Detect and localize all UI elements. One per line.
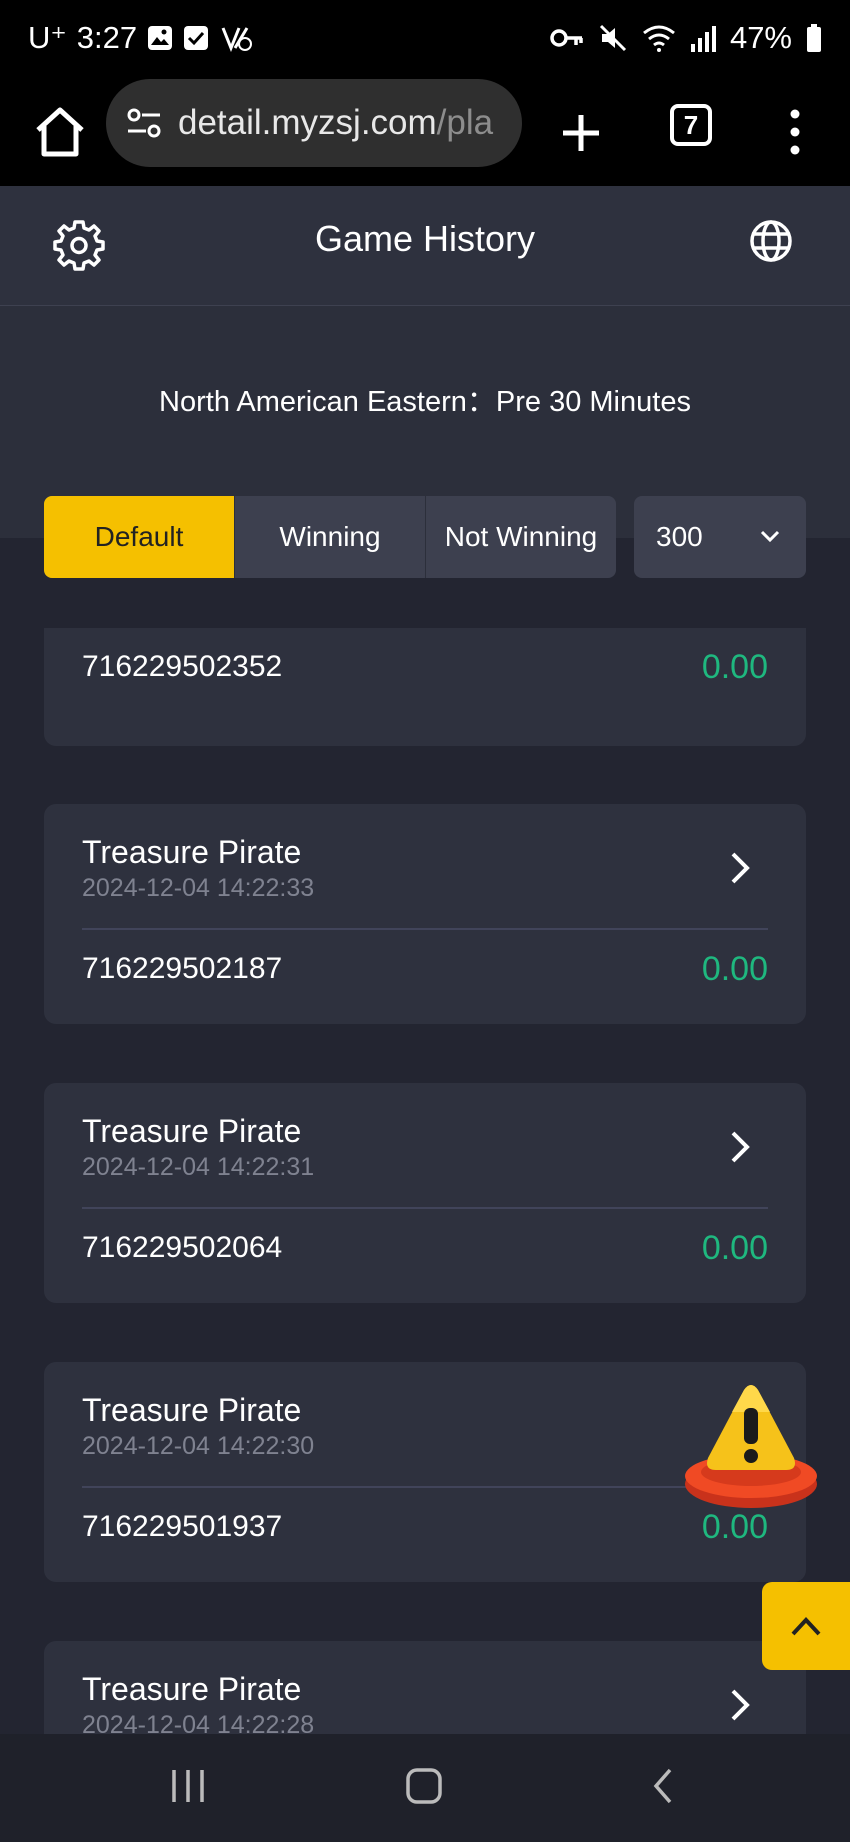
- gallery-icon: [148, 26, 173, 50]
- warning-icon[interactable]: [682, 1380, 820, 1514]
- site-settings-icon[interactable]: [124, 103, 164, 143]
- home-nav-icon[interactable]: [404, 1764, 444, 1808]
- record-count-value: 300: [656, 521, 703, 552]
- timezone-label: North American Eastern：Pre 30 Minutes: [159, 386, 691, 418]
- game-time: 2024-12-04 14:22:28: [82, 1711, 315, 1734]
- url-text[interactable]: detail.myzsj.com/pla: [178, 103, 498, 143]
- tab-winning[interactable]: Winning: [235, 496, 426, 578]
- page-title: Game History: [314, 218, 536, 259]
- result-filter-tabs: Default Winning Not Winning: [44, 496, 616, 578]
- address-bar[interactable]: detail.myzsj.com/pla: [106, 79, 522, 167]
- browser-toolbar: detail.myzsj.com/pla 7: [0, 79, 850, 186]
- recent-apps-icon[interactable]: [168, 1764, 208, 1808]
- new-tab-icon[interactable]: [556, 98, 606, 168]
- win-amount: 0.00: [701, 648, 768, 686]
- round-id: 716229502064: [82, 1231, 283, 1264]
- game-time: 2024-12-04 14:22:31: [82, 1153, 315, 1181]
- chevron-right-icon[interactable]: [728, 1129, 752, 1165]
- game-time: 2024-12-04 14:22:30: [82, 1432, 315, 1460]
- signal-icon: [690, 26, 716, 52]
- battery-percent: 47%: [729, 20, 792, 55]
- history-card[interactable]: 716229502352 0.00: [44, 628, 806, 746]
- card-divider: [82, 928, 768, 930]
- win-amount: 0.00: [701, 950, 768, 988]
- tab-not-winning[interactable]: Not Winning: [426, 496, 616, 578]
- status-bar: U⁺ 3:27 47%: [0, 0, 850, 80]
- system-nav-bar: [0, 1734, 850, 1842]
- globe-icon[interactable]: [748, 218, 794, 264]
- game-time: 2024-12-04 14:22:33: [82, 874, 315, 902]
- no-call-icon: [221, 27, 253, 52]
- more-menu-icon[interactable]: [780, 102, 810, 162]
- back-icon[interactable]: [648, 1764, 678, 1808]
- round-id: 716229502187: [82, 952, 283, 985]
- tab-switcher-button[interactable]: 7: [670, 104, 712, 146]
- round-id: 716229502352: [82, 650, 283, 683]
- game-history-list[interactable]: 716229502352 0.00 Treasure Pirate 2024-1…: [0, 628, 850, 1734]
- tab-default[interactable]: Default: [44, 496, 235, 578]
- battery-icon: [807, 24, 821, 52]
- carrier-label: U⁺: [28, 20, 67, 55]
- wifi-icon: [643, 25, 675, 52]
- card-divider: [82, 1207, 768, 1209]
- chevron-up-icon: [791, 1617, 821, 1636]
- url-domain: detail.myzsj.com: [178, 103, 437, 142]
- mute-icon: [599, 24, 627, 52]
- clock: 3:27: [76, 20, 138, 55]
- record-count-select[interactable]: 300: [634, 496, 806, 578]
- checkbox-icon: [184, 26, 209, 50]
- history-card[interactable]: Treasure Pirate 2024-12-04 14:22:31 7162…: [44, 1083, 806, 1303]
- game-name: Treasure Pirate: [82, 1392, 302, 1428]
- history-card[interactable]: Treasure Pirate 2024-12-04 14:22:28: [44, 1641, 806, 1734]
- chevron-right-icon[interactable]: [728, 850, 752, 886]
- home-icon[interactable]: [28, 100, 92, 164]
- game-name: Treasure Pirate: [82, 1671, 302, 1707]
- win-amount: 0.00: [701, 1229, 768, 1267]
- card-divider: [82, 1486, 768, 1488]
- scroll-to-top-button[interactable]: [762, 1582, 850, 1670]
- app-header: Game History: [0, 186, 850, 306]
- game-name: Treasure Pirate: [82, 834, 302, 870]
- chevron-right-icon[interactable]: [728, 1687, 752, 1723]
- round-id: 716229501937: [82, 1510, 283, 1543]
- game-name: Treasure Pirate: [82, 1113, 302, 1149]
- chevron-down-icon: [760, 530, 780, 543]
- url-path: /pla: [436, 103, 494, 142]
- history-card[interactable]: Treasure Pirate 2024-12-04 14:22:33 7162…: [44, 804, 806, 1024]
- vpn-key-icon: [550, 29, 583, 47]
